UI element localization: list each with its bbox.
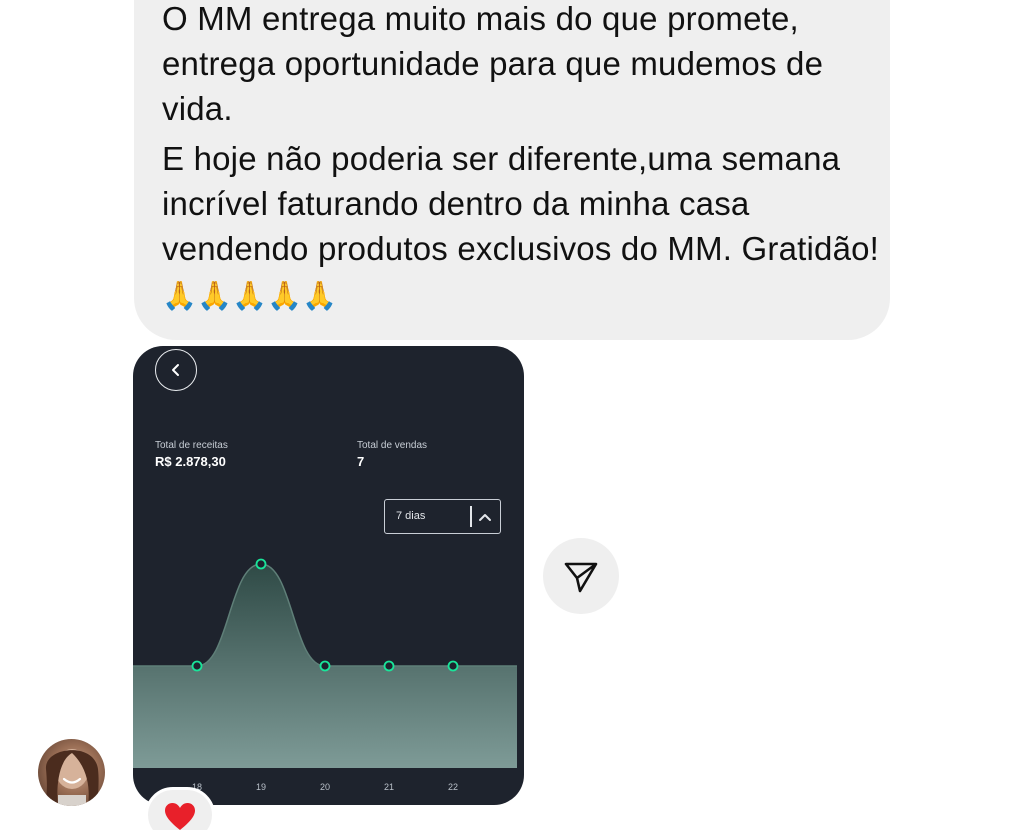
x-tick-label: 20 bbox=[320, 782, 330, 792]
data-point-21[interactable] bbox=[383, 660, 395, 672]
reaction-badge[interactable] bbox=[145, 787, 215, 830]
chart-line bbox=[133, 563, 517, 667]
avatar-photo bbox=[44, 749, 100, 806]
x-tick-label: 19 bbox=[256, 782, 266, 792]
data-point-20[interactable] bbox=[319, 660, 331, 672]
heart-icon bbox=[165, 803, 195, 830]
shared-screenshot[interactable]: Total de receitas R$ 2.878,30 Total de v… bbox=[133, 346, 524, 805]
chat-view: O MM entrega muito mais do que promete, … bbox=[0, 0, 1024, 830]
avatar[interactable] bbox=[38, 739, 105, 806]
message-text: O MM entrega muito mais do que promete, … bbox=[162, 0, 882, 318]
folded-hands-icon: 🙏🙏🙏🙏🙏 bbox=[162, 279, 338, 312]
data-point-19[interactable] bbox=[255, 558, 267, 570]
sales-chart: 18 19 20 21 22 bbox=[133, 558, 517, 792]
paper-plane-icon bbox=[564, 562, 598, 593]
share-button[interactable] bbox=[543, 538, 619, 614]
x-tick-label: 22 bbox=[448, 782, 458, 792]
x-tick-label: 21 bbox=[384, 782, 394, 792]
message-paragraph-2: E hoje não poderia ser diferente,uma sem… bbox=[162, 136, 882, 318]
message-paragraph-1: O MM entrega muito mais do que promete, … bbox=[162, 0, 824, 127]
data-point-22[interactable] bbox=[447, 660, 459, 672]
data-point-18[interactable] bbox=[191, 660, 203, 672]
message-paragraph-2-text: E hoje não poderia ser diferente,uma sem… bbox=[162, 140, 880, 267]
